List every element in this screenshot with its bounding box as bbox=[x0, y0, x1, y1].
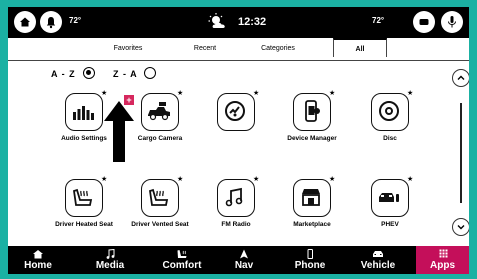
fm-radio-tile[interactable] bbox=[217, 179, 255, 217]
music-note-icon bbox=[106, 249, 115, 259]
device-manager-tile[interactable] bbox=[293, 93, 331, 131]
bell-icon bbox=[46, 17, 56, 29]
nav-label: Vehicle bbox=[360, 260, 396, 271]
steering-assist-icon bbox=[225, 101, 245, 121]
marketplace-tile[interactable] bbox=[293, 179, 331, 217]
sort-za-label: Z - A bbox=[113, 69, 138, 79]
vented-seat-icon bbox=[149, 188, 169, 206]
tab-bar: Favorites Recent Categories All bbox=[8, 38, 469, 61]
disc-icon bbox=[379, 101, 399, 121]
nav-label: Phone bbox=[294, 260, 326, 271]
apps-grid-icon bbox=[439, 249, 447, 258]
nav-apps[interactable]: Apps bbox=[416, 246, 469, 274]
left-temperature: 72° bbox=[69, 16, 82, 25]
nav-label: Apps bbox=[430, 260, 455, 271]
app-label: Disc bbox=[383, 135, 397, 142]
clock: 12:32 bbox=[238, 16, 267, 28]
navigation-arrow-icon bbox=[240, 249, 248, 259]
fm-radio-icon bbox=[225, 187, 243, 207]
partly-cloudy-icon bbox=[208, 13, 225, 28]
home-icon bbox=[33, 250, 43, 259]
nav-media[interactable]: Media bbox=[80, 246, 140, 274]
sort-az-label: A - Z bbox=[51, 69, 76, 79]
tab-all[interactable]: All bbox=[333, 38, 387, 57]
nav-label: Nav bbox=[234, 260, 254, 271]
phev-tile[interactable] bbox=[371, 179, 409, 217]
app-label: Marketplace bbox=[293, 221, 331, 228]
marketplace-icon bbox=[302, 189, 320, 206]
nav-nav[interactable]: Nav bbox=[218, 246, 270, 274]
nav-phone[interactable]: Phone bbox=[280, 246, 340, 274]
nav-comfort[interactable]: Comfort bbox=[148, 246, 216, 274]
right-temperature: 72° bbox=[372, 16, 385, 25]
phone-icon bbox=[307, 249, 313, 259]
notification-round-button[interactable] bbox=[40, 11, 62, 33]
favorite-star-icon[interactable]: ★ bbox=[329, 175, 335, 183]
tab-recent[interactable]: Recent bbox=[180, 45, 230, 52]
app-label: Cargo Camera bbox=[137, 135, 183, 142]
tab-favorites[interactable]: Favorites bbox=[98, 45, 158, 52]
scrollbar[interactable] bbox=[460, 103, 462, 203]
cargo-camera-tile[interactable] bbox=[141, 93, 179, 131]
comfort-icon bbox=[177, 250, 187, 258]
favorite-star-icon[interactable]: ★ bbox=[253, 89, 259, 97]
app-label: Device Manager bbox=[287, 135, 337, 142]
app-label: Driver Vented Seat bbox=[131, 221, 189, 228]
favorite-star-icon[interactable]: ★ bbox=[101, 175, 107, 183]
weather-clock: 12:32 bbox=[206, 11, 266, 33]
add-favorite-badge[interactable]: + bbox=[124, 95, 134, 105]
favorite-star-icon[interactable]: ★ bbox=[101, 89, 107, 97]
home-round-button[interactable] bbox=[14, 11, 36, 33]
heated-seat-tile[interactable] bbox=[65, 179, 103, 217]
audio-settings-tile[interactable] bbox=[65, 93, 103, 131]
vehicle-icon bbox=[373, 251, 383, 257]
favorite-star-icon[interactable]: ★ bbox=[177, 175, 183, 183]
nav-vehicle[interactable]: Vehicle bbox=[348, 246, 408, 274]
favorite-star-icon[interactable]: ★ bbox=[407, 89, 413, 97]
scroll-up-button[interactable] bbox=[452, 69, 469, 87]
steering-assist-tile[interactable] bbox=[217, 93, 255, 131]
status-bar: 72° 12:32 72° bbox=[8, 7, 469, 38]
app-label: FM Radio bbox=[221, 221, 251, 228]
device-manager-icon bbox=[305, 100, 320, 122]
audio-settings-icon bbox=[73, 106, 94, 120]
media-round-button[interactable] bbox=[413, 11, 435, 33]
cargo-camera-icon bbox=[148, 102, 170, 121]
favorite-star-icon[interactable]: ★ bbox=[253, 175, 259, 183]
screen-icon bbox=[419, 19, 429, 25]
favorite-star-icon[interactable]: ★ bbox=[177, 89, 183, 97]
scroll-down-button[interactable] bbox=[452, 218, 469, 236]
arrow-pointer-icon bbox=[104, 101, 134, 162]
sort-az-radio[interactable] bbox=[83, 67, 95, 79]
sort-za-radio[interactable] bbox=[144, 67, 156, 79]
heated-seat-icon bbox=[73, 188, 93, 206]
nav-label: Comfort bbox=[162, 260, 202, 271]
chevron-down-icon bbox=[457, 225, 465, 230]
phev-icon bbox=[379, 193, 399, 202]
uconnect-screen: 72° 12:32 72° Favorites Recent Categorie… bbox=[8, 7, 469, 274]
nav-label: Home bbox=[24, 260, 52, 271]
app-label: PHEV bbox=[381, 221, 399, 228]
chevron-up-icon bbox=[457, 75, 465, 80]
nav-home[interactable]: Home bbox=[8, 246, 68, 274]
disc-tile[interactable] bbox=[371, 93, 409, 131]
voice-round-button[interactable] bbox=[441, 11, 463, 33]
home-icon bbox=[20, 17, 30, 27]
favorite-star-icon[interactable]: ★ bbox=[407, 175, 413, 183]
favorite-star-icon[interactable]: ★ bbox=[329, 89, 335, 97]
bottom-nav: Home Media Comfort Nav Phone Vehicle App… bbox=[8, 246, 469, 274]
app-label: Driver Heated Seat bbox=[55, 221, 113, 228]
tab-categories[interactable]: Categories bbox=[248, 45, 308, 52]
microphone-icon bbox=[448, 16, 456, 28]
nav-label: Media bbox=[95, 260, 125, 271]
vented-seat-tile[interactable] bbox=[141, 179, 179, 217]
